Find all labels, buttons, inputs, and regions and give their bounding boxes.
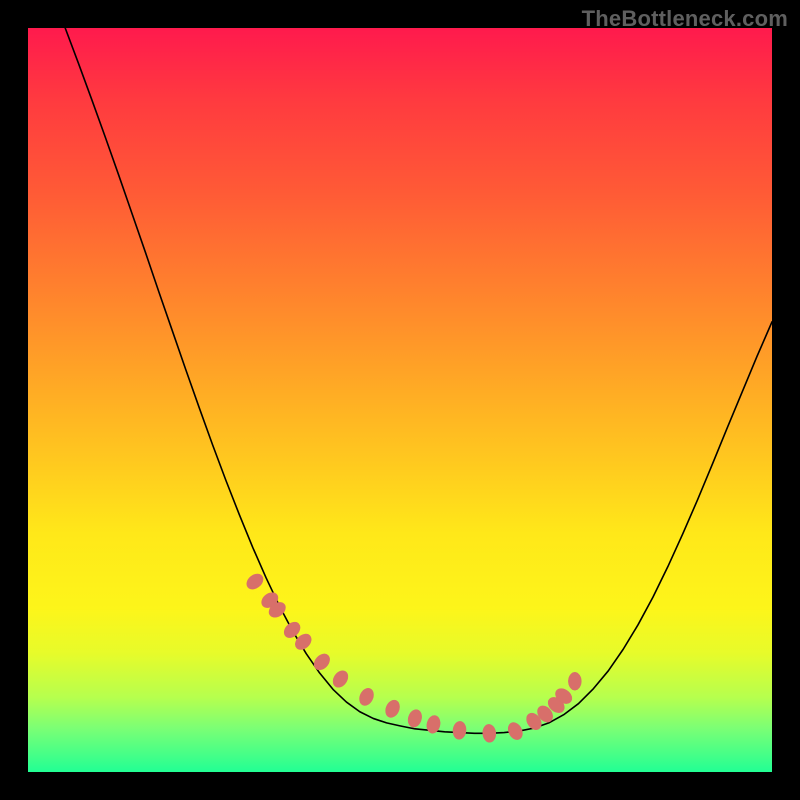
- highlight-marker: [311, 651, 333, 673]
- highlight-marker: [482, 724, 496, 743]
- highlight-marker: [244, 571, 266, 592]
- bottleneck-curve: [65, 28, 772, 733]
- highlight-marker: [383, 698, 402, 720]
- highlight-marker: [452, 721, 467, 740]
- watermark-label: TheBottleneck.com: [582, 6, 788, 32]
- highlight-marker: [568, 672, 581, 690]
- chart-frame: TheBottleneck.com: [0, 0, 800, 800]
- plot-area: [28, 28, 772, 772]
- marker-group: [244, 571, 582, 743]
- curve-svg: [28, 28, 772, 772]
- highlight-marker: [330, 668, 351, 690]
- highlight-marker: [357, 686, 376, 708]
- highlight-marker: [505, 720, 525, 742]
- highlight-marker: [406, 708, 424, 729]
